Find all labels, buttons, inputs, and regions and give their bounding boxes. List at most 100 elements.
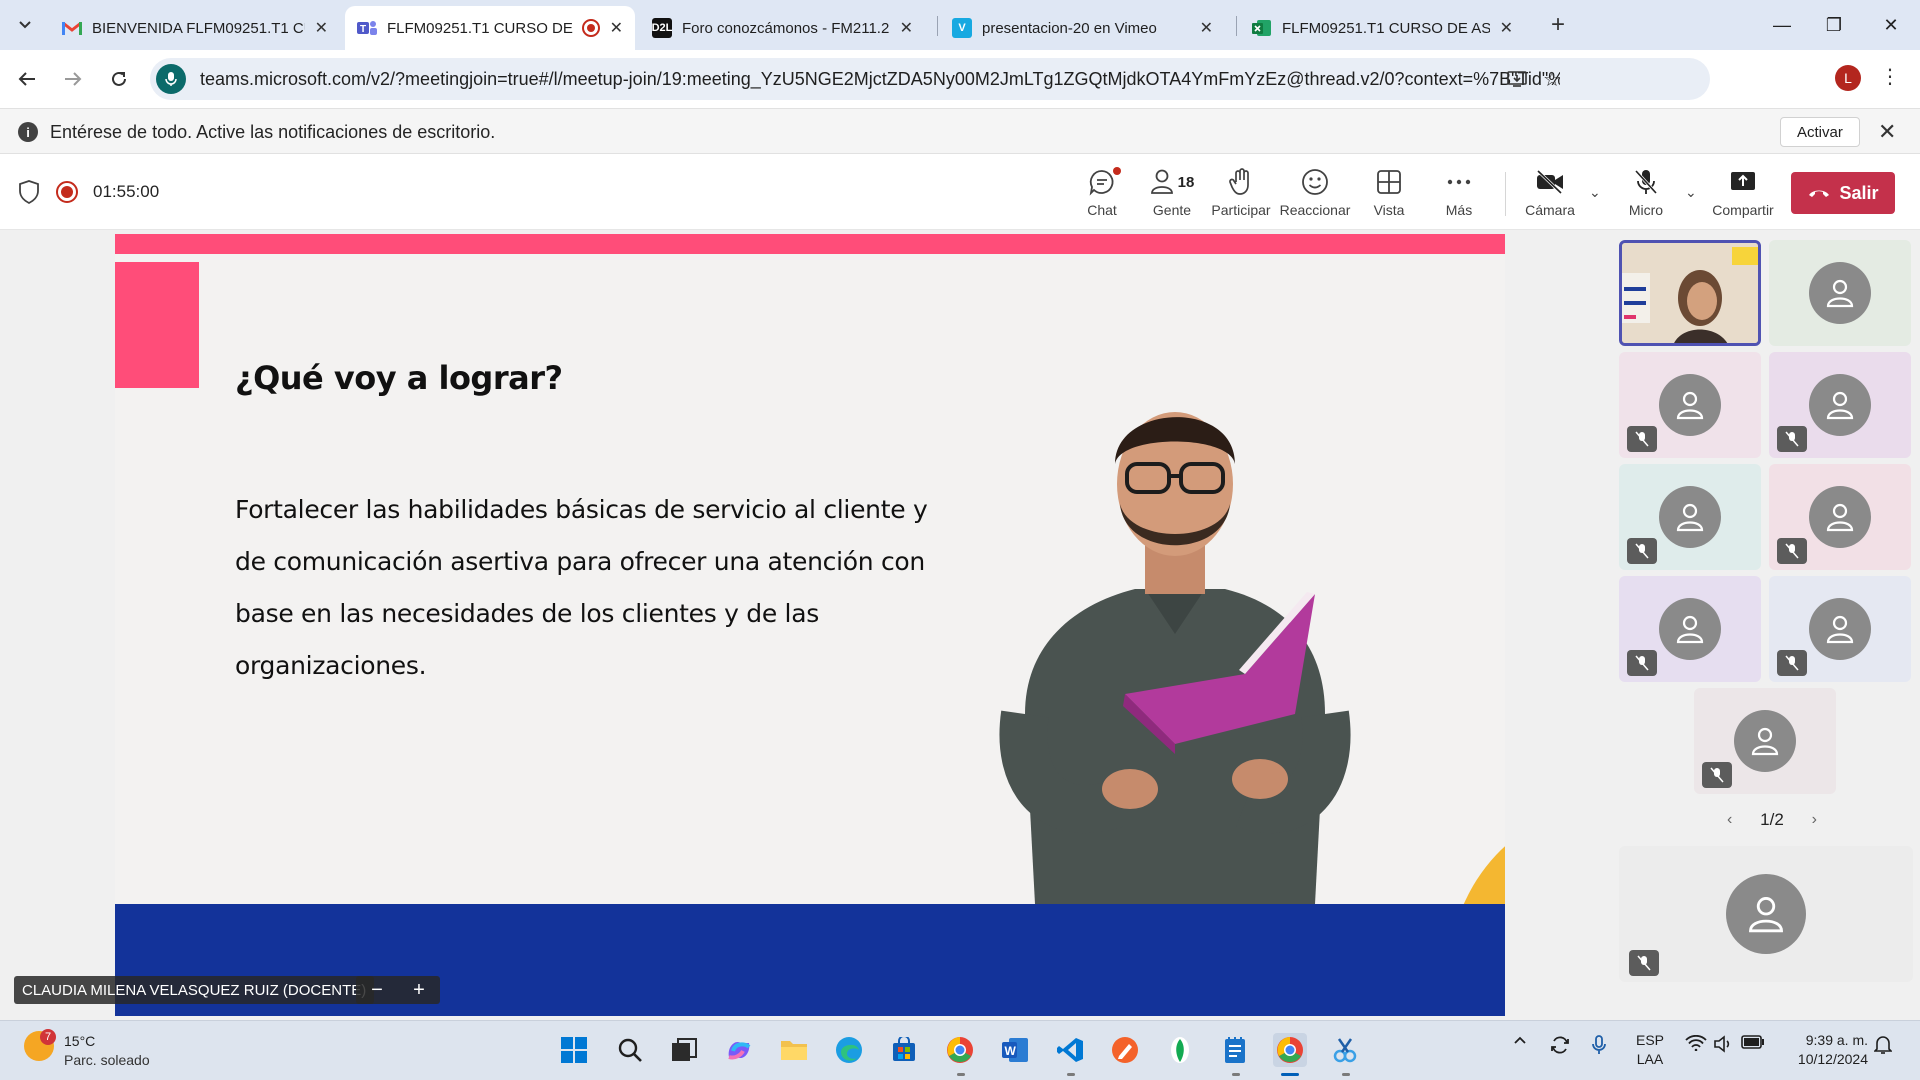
svg-text:W: W <box>1005 1044 1017 1058</box>
participant-tile[interactable] <box>1769 240 1911 346</box>
profile-avatar[interactable]: L <box>1835 65 1861 91</box>
url-text[interactable]: teams.microsoft.com/v2/?meetingjoin=true… <box>200 69 1560 90</box>
forward-button[interactable] <box>58 64 88 94</box>
leaf-app-icon[interactable] <box>1163 1033 1197 1067</box>
person-avatar-icon <box>1809 486 1871 548</box>
search-icon[interactable] <box>613 1033 647 1067</box>
participant-tile[interactable] <box>1769 352 1911 458</box>
close-tab-icon[interactable]: ✕ <box>1200 18 1213 38</box>
wifi-icon[interactable] <box>1685 1035 1707 1051</box>
close-notification-icon[interactable]: ✕ <box>1878 119 1896 145</box>
chat-button[interactable]: Chat <box>1065 166 1139 222</box>
notification-bell-icon[interactable] <box>1874 1035 1892 1055</box>
vscode-icon[interactable] <box>1053 1033 1087 1067</box>
participant-tile[interactable] <box>1619 464 1761 570</box>
chevron-down-icon <box>19 21 31 29</box>
react-button[interactable]: Reaccionar <box>1278 166 1352 222</box>
microphone-tray-icon[interactable] <box>1592 1035 1606 1055</box>
weather-temperature[interactable]: 15°C <box>64 1033 95 1049</box>
system-clock[interactable]: 9:39 a. m. 10/12/2024 <box>1780 1031 1868 1069</box>
chrome-profile-icon[interactable] <box>943 1033 977 1067</box>
new-tab-button[interactable]: + <box>1543 10 1573 40</box>
smile-icon <box>1301 166 1329 198</box>
svg-text:T: T <box>360 24 366 35</box>
snipping-tool-icon[interactable] <box>1328 1033 1362 1067</box>
copilot-icon[interactable] <box>722 1033 756 1067</box>
toolbar-divider <box>1505 172 1506 216</box>
activate-notifications-button[interactable]: Activar <box>1780 117 1860 147</box>
volume-icon[interactable] <box>1713 1035 1733 1053</box>
zoom-controls: − + <box>356 976 440 1004</box>
chevron-left-icon[interactable]: ‹ <box>1727 811 1732 829</box>
draw-app-icon[interactable] <box>1108 1033 1142 1067</box>
notepad-icon[interactable] <box>1218 1033 1252 1067</box>
tab-title: BIENVENIDA FLFM09251.T1 CU <box>92 19 305 37</box>
close-tab-icon[interactable]: ✕ <box>315 18 328 38</box>
participant-tile-self-video[interactable] <box>1619 240 1761 346</box>
more-label: Más <box>1445 202 1473 218</box>
share-button[interactable]: Compartir <box>1706 166 1780 222</box>
battery-icon[interactable] <box>1741 1035 1765 1049</box>
input-language[interactable]: ESP LAA <box>1636 1031 1664 1069</box>
participant-tile[interactable] <box>1769 576 1911 682</box>
microphone-permission-icon[interactable] <box>156 64 186 94</box>
participant-tile[interactable] <box>1769 464 1911 570</box>
microsoft-store-icon[interactable] <box>887 1033 921 1067</box>
close-tab-icon[interactable]: ✕ <box>900 18 913 38</box>
share-screen-icon <box>1729 166 1757 198</box>
shield-icon[interactable] <box>18 180 40 204</box>
zoom-out-button[interactable]: − <box>371 979 383 1002</box>
start-windows-icon[interactable] <box>557 1033 591 1067</box>
browser-tab-gmail[interactable]: BIENVENIDA FLFM09251.T1 CU ✕ <box>50 6 340 50</box>
participant-tile[interactable] <box>1694 688 1836 794</box>
weather-description[interactable]: Parc. soleado <box>64 1052 150 1068</box>
zoom-in-button[interactable]: + <box>413 979 425 1002</box>
camera-button[interactable]: Cámara <box>1513 166 1587 222</box>
slide-body-text: Fortalecer las habilidades básicas de se… <box>235 495 928 680</box>
mic-muted-icon <box>1777 538 1807 564</box>
browser-tab-vimeo[interactable]: V presentacion-20 en Vimeo ✕ <box>940 6 1225 50</box>
raise-hand-button[interactable]: Participar <box>1204 166 1278 222</box>
close-tab-icon[interactable]: ✕ <box>610 18 623 38</box>
chevron-up-icon[interactable] <box>1513 1035 1527 1045</box>
close-tab-icon[interactable]: ✕ <box>1500 18 1513 38</box>
tab-search-button[interactable] <box>10 10 40 40</box>
file-explorer-icon[interactable] <box>777 1033 811 1067</box>
browser-menu-icon[interactable]: ⋮ <box>1880 64 1900 89</box>
camera-options-chevron-icon[interactable]: ⌄ <box>1589 184 1601 201</box>
mic-options-chevron-icon[interactable]: ⌄ <box>1685 184 1697 201</box>
close-window-button[interactable]: ✕ <box>1868 10 1914 40</box>
leave-meeting-button[interactable]: Salir <box>1791 172 1895 214</box>
task-view-icon[interactable] <box>667 1033 701 1067</box>
word-icon[interactable]: W <box>998 1033 1032 1067</box>
bookmark-star-icon[interactable]: ☆ <box>1537 64 1567 94</box>
browser-tab-sheets[interactable]: FLFM09251.T1 CURSO DE ASES ✕ <box>1240 6 1525 50</box>
person-avatar-icon <box>1726 874 1806 954</box>
chevron-right-icon[interactable]: › <box>1812 811 1817 829</box>
sync-icon[interactable] <box>1549 1035 1571 1055</box>
recording-indicator-icon <box>56 181 78 203</box>
back-button[interactable] <box>12 64 42 94</box>
participant-tile[interactable] <box>1619 576 1761 682</box>
person-avatar-icon <box>1809 262 1871 324</box>
more-button[interactable]: Más <box>1422 166 1496 222</box>
participant-tile-large[interactable] <box>1619 846 1913 982</box>
mic-muted-icon <box>1627 426 1657 452</box>
chrome-active-icon[interactable] <box>1273 1033 1307 1067</box>
windows-taskbar: 7 15°C Parc. soleado W ESP LAA 9:39 a. m… <box>0 1020 1920 1080</box>
restore-button[interactable]: ❐ <box>1811 10 1857 40</box>
minimize-button[interactable]: — <box>1759 10 1805 40</box>
browser-tab-teams[interactable]: T FLFM09251.T1 CURSO DE A ✕ <box>345 6 635 50</box>
participant-tile[interactable] <box>1619 352 1761 458</box>
people-button[interactable]: 18 Gente <box>1135 166 1209 222</box>
edge-icon[interactable] <box>832 1033 866 1067</box>
mic-button[interactable]: Micro <box>1609 166 1683 222</box>
person-avatar-icon <box>1659 374 1721 436</box>
presenter-name-tag: CLAUDIA MILENA VELASQUEZ RUIZ (DOCENTE) <box>14 976 375 1004</box>
reload-button[interactable] <box>104 64 134 94</box>
camera-off-icon <box>1535 166 1565 198</box>
browser-tab-d2l[interactable]: D2L Foro conozcámonos - FM211.2 ✕ <box>640 6 925 50</box>
view-button[interactable]: Vista <box>1352 166 1426 222</box>
address-bar[interactable]: teams.microsoft.com/v2/?meetingjoin=true… <box>150 58 1710 100</box>
install-app-icon[interactable] <box>1502 64 1532 94</box>
